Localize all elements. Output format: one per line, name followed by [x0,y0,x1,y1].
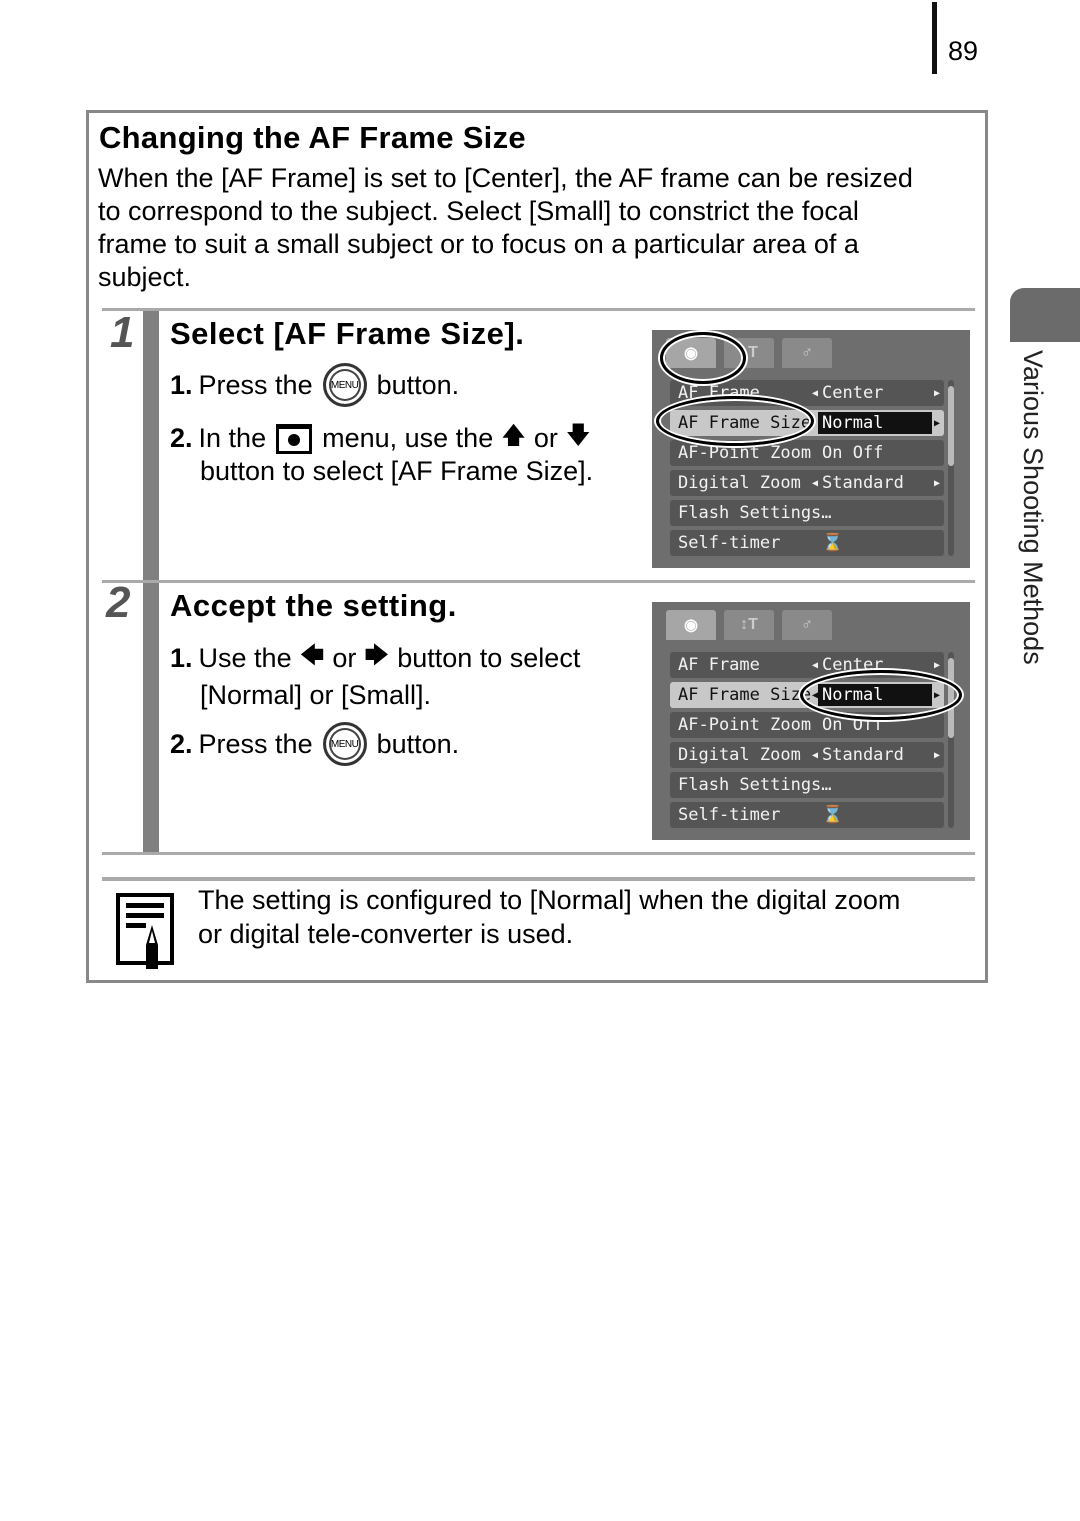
left-arrow-icon: ◀ [812,659,819,671]
menu-tabs: ◉ ↕T ♂ [666,610,832,642]
section-title: Changing the AF Frame Size [99,120,526,155]
instruction-text: or [332,643,357,673]
right-arrow-icon: ▶ [933,417,940,429]
note-text: The setting is configured to [Normal] wh… [198,883,900,951]
left-arrow-icon: 🡄 [299,642,325,669]
right-arrow-icon: ▶ [933,749,940,761]
down-arrow-icon: 🡇 [565,422,591,449]
menu-button-icon: MENU [322,363,367,407]
camera-screen: ◉ ↕T ♂ AF Frame ◀ Center ▶ AF Frame Size Nor… [652,330,970,568]
page-number: 89 [948,36,979,66]
divider [102,877,975,881]
instruction-text: Press the [198,369,313,400]
intro-line: When the [AF Frame] is set to [Center], … [98,163,913,193]
step-number: 2 [106,578,131,627]
item-number: 1. [170,369,193,400]
right-arrow-icon: ▶ [933,477,940,489]
my-menu-icon: ♂ [782,338,832,368]
instruction-text: button to select [AF Frame Size]. [200,456,594,486]
row-label: AF Frame [678,655,760,675]
my-menu-icon: ♂ [782,610,832,640]
right-arrow-icon: 🡆 [364,642,390,669]
menu-label: MENU [330,738,359,750]
camera-screen: ◉ ↕T ♂ AF Frame ◀ Center ▶ AF Frame Size ◀ No… [652,602,970,840]
tools-icon: ↕T [724,610,774,640]
row-label: Flash Settings… [678,503,832,523]
item-number: 1. [170,643,193,673]
step-instruction: 2. In the menu, use the 🡅 or 🡇 [170,418,599,459]
menu-row: Flash Settings… [670,500,944,526]
row-label: Flash Settings… [678,775,832,795]
instruction-text: menu, use the [322,423,494,453]
row-value: Center [822,383,884,403]
highlight-oval [660,332,746,384]
step-instruction: 1. Use the 🡄 or 🡆 button to select [170,638,580,679]
menu-label: MENU [330,379,359,391]
menu-row: Self-timer ⌛ [670,530,944,556]
row-label: Self-timer [678,533,781,553]
right-arrow-icon: ▶ [933,659,940,671]
intro-line: frame to suit a small subject or to focu… [98,229,859,259]
divider [102,852,975,855]
instruction-text: button. [376,369,460,400]
row-label: AF-Point Zoom [678,443,812,463]
instruction-text: button. [376,728,460,759]
left-arrow-icon: ◀ [812,749,819,761]
step-instruction: 1. Press the MENU button. [170,363,459,407]
row-label: Digital Zoom [678,745,801,765]
up-arrow-icon: 🡅 [501,422,526,449]
step-number: 1 [110,308,135,357]
note-icon [116,893,174,969]
instruction-text: [Normal] or [Small]. [200,680,432,710]
highlight-oval [656,396,814,446]
chapter-label: Various Shooting Methods [1018,350,1048,665]
row-value: Standard [822,473,904,493]
row-label: AF-Point Zoom [678,715,812,735]
self-timer-icon: ⌛ [822,805,844,825]
row-label: Self-timer [678,805,781,825]
menu-row: Flash Settings… [670,772,944,798]
right-arrow-icon: ▶ [933,387,940,399]
row-value: Normal [818,412,932,434]
item-number: 2. [170,728,193,759]
menu-row: Self-timer ⌛ [670,802,944,828]
camera-icon: ◉ [666,610,716,640]
menu-row: Digital Zoom ◀ Standard ▶ [670,742,944,768]
instruction-text: Press the [198,728,313,759]
shooting-menu-icon [276,423,313,454]
scrollbar [948,652,954,828]
step-title: Select [AF Frame Size]. [170,316,525,351]
row-label: AF Frame Size [678,685,812,705]
step-bar [143,311,159,581]
menu-row: Digital Zoom ◀ Standard ▶ [670,470,944,496]
menu-button-icon: MENU [322,722,367,766]
self-timer-icon: ⌛ [822,533,844,553]
instruction-text: or [533,423,558,453]
page-number-bar [932,2,937,74]
divider [102,308,975,311]
step-instruction: 2. Press the MENU button. [170,722,459,766]
chapter-tab [1010,288,1080,342]
highlight-oval [800,670,962,720]
row-value: Standard [822,745,904,765]
step-bar [143,583,159,853]
note-line: The setting is configured to [Normal] wh… [198,885,901,915]
item-number: 2. [170,423,193,453]
divider [102,580,975,583]
left-arrow-icon: ◀ [812,477,819,489]
instruction-text: In the [198,423,267,453]
left-arrow-icon: ◀ [812,387,819,399]
row-label: Digital Zoom [678,473,801,493]
note-line: or digital tele-converter is used. [198,919,574,949]
row-value: On Off [822,443,884,463]
intro-line: to correspond to the subject. Select [Sm… [98,196,859,226]
scrollbar [948,380,954,556]
instruction-text: button to select [397,643,581,673]
step-title: Accept the setting. [170,588,457,623]
instruction-text: Use the [198,643,292,673]
intro-line: subject. [98,262,192,292]
intro-paragraph: When the [AF Frame] is set to [Center], … [98,162,978,294]
